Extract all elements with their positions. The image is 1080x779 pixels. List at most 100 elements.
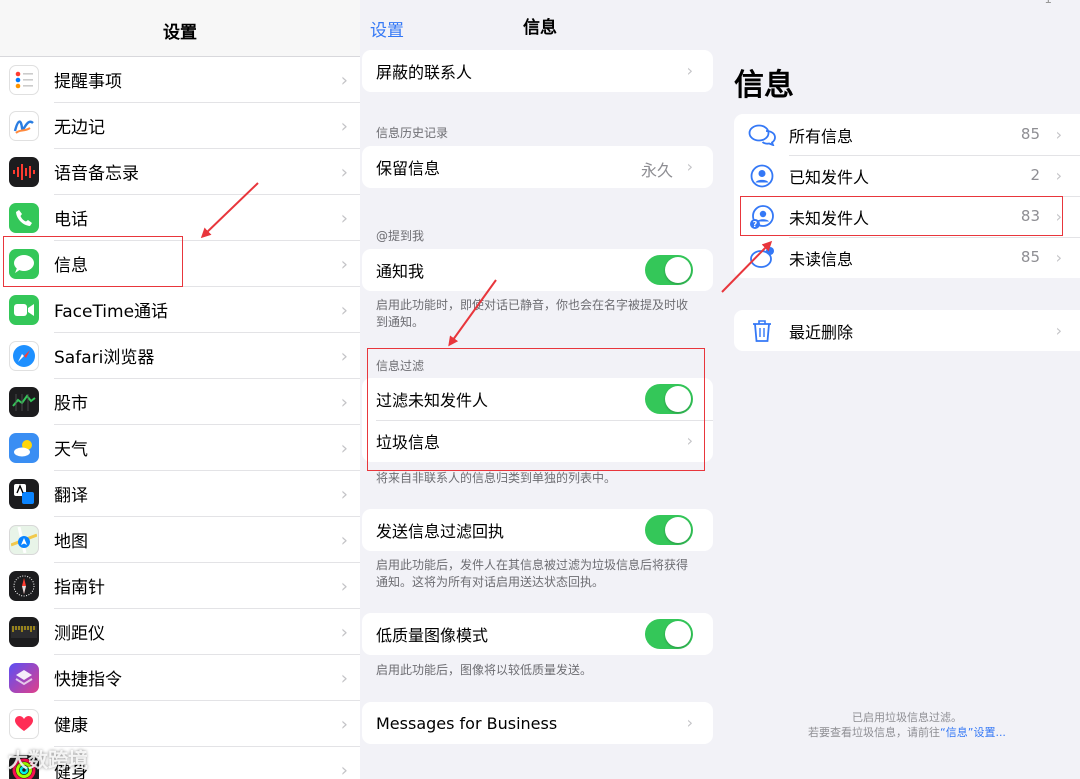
chevron-right-icon: › — [1055, 248, 1062, 267]
junk-filter-footer-line2: 若要查看垃圾信息，请前往 — [808, 726, 941, 739]
keep-messages-value: 永久 — [640, 161, 673, 180]
safari-icon — [9, 341, 39, 371]
notify-me-row: 通知我 — [362, 249, 713, 291]
history-card: 保留信息 永久 › — [362, 146, 713, 188]
unread-bubble-icon — [748, 244, 776, 272]
send-receipts-card: 发送信息过滤回执 — [362, 509, 713, 551]
chevron-right-icon: › — [340, 346, 348, 367]
settings-item-phone[interactable]: 电话 › — [0, 195, 360, 241]
recently-deleted-label: 最近删除 — [789, 322, 854, 342]
freeform-icon — [9, 111, 39, 141]
chevron-right-icon: › — [340, 530, 348, 551]
settings-item-label: 快捷指令 — [54, 655, 360, 701]
settings-item-translate[interactable]: 翻译 › — [0, 471, 360, 517]
messages-for-business-row[interactable]: Messages for Business › — [362, 702, 713, 744]
low-quality-footer: 启用此功能后，图像将以较低质量发送。 — [376, 663, 593, 677]
compass-icon — [9, 571, 39, 601]
back-button[interactable]: 设置 — [370, 16, 404, 41]
settings-item-label: 测距仪 — [54, 609, 360, 655]
filter-label: 所有信息 — [789, 126, 854, 146]
settings-item-health[interactable]: 健康 › — [0, 701, 360, 747]
translate-icon — [9, 479, 39, 509]
measure-icon — [9, 617, 39, 647]
chevron-right-icon: › — [340, 300, 348, 321]
settings-item-reminders[interactable]: 提醒事项 › — [0, 57, 360, 103]
send-receipts-footer: 启用此功能后，发件人在其信息被过滤为垃圾信息后将获得通知。这将为所有对话启用送达… — [376, 558, 689, 589]
settings-item-weather[interactable]: 天气 › — [0, 425, 360, 471]
chevron-right-icon: › — [340, 254, 348, 275]
chevron-right-icon: › — [340, 116, 348, 137]
messages-settings-link[interactable]: “信息”设置... — [940, 726, 1006, 739]
junk-filter-footer: 已启用垃圾信息过滤。 若要查看垃圾信息，请前往“信息”设置... — [734, 710, 1080, 740]
settings-item-measure[interactable]: 测距仪 › — [0, 609, 360, 655]
settings-item-facetime[interactable]: FaceTime通话 › — [0, 287, 360, 333]
keep-messages-label: 保留信息 — [376, 159, 441, 178]
filter-count: 85 — [1020, 125, 1040, 143]
reminders-icon — [9, 65, 39, 95]
filter-label: 已知发件人 — [789, 168, 870, 187]
status-bar-fragment: 1 — [1044, 0, 1052, 6]
settings-item-compass[interactable]: 指南针 › — [0, 563, 360, 609]
watermark: 大数跨境 — [8, 748, 88, 772]
chat-bubbles-icon — [748, 121, 776, 149]
settings-item-label: 地图 — [54, 517, 360, 563]
filter-unread[interactable]: 未读信息 85 › — [734, 237, 1080, 278]
chevron-right-icon: › — [686, 157, 693, 176]
low-quality-row: 低质量图像模式 — [362, 613, 713, 655]
person-circle-icon — [748, 162, 776, 190]
notify-me-toggle[interactable] — [645, 255, 693, 285]
settings-item-label: 股市 — [54, 379, 360, 425]
send-receipts-toggle[interactable] — [645, 515, 693, 545]
settings-item-label: 翻译 — [54, 471, 360, 517]
highlight-box-unknown-senders — [740, 196, 1063, 236]
chevron-right-icon: › — [340, 208, 348, 229]
mentions-card: 通知我 — [362, 249, 713, 291]
chevron-right-icon: › — [1055, 321, 1062, 340]
messages-app-title: 信息 — [734, 68, 794, 103]
maps-icon — [9, 525, 39, 555]
filter-footer: 将来自非联系人的信息归类到单独的列表中。 — [376, 471, 617, 485]
history-section-header: 信息历史记录 — [376, 126, 449, 140]
filter-known-senders[interactable]: 已知发件人 2 › — [734, 155, 1080, 196]
send-receipts-label: 发送信息过滤回执 — [376, 522, 505, 541]
settings-item-safari[interactable]: Safari浏览器 › — [0, 333, 360, 379]
chevron-right-icon: › — [340, 162, 348, 183]
phone-icon — [9, 203, 39, 233]
voice-memos-icon — [9, 157, 39, 187]
keep-messages-row[interactable]: 保留信息 永久 › — [362, 146, 713, 188]
chevron-right-icon: › — [340, 70, 348, 91]
low-quality-label: 低质量图像模式 — [376, 626, 489, 645]
settings-item-label: 天气 — [54, 425, 360, 471]
settings-item-freeform[interactable]: 无边记 › — [0, 103, 360, 149]
settings-item-label: 指南针 — [54, 563, 360, 609]
blocked-contacts-card: 屏蔽的联系人 › — [362, 50, 713, 92]
settings-header: 设置 — [0, 0, 360, 57]
chevron-right-icon: › — [340, 622, 348, 643]
filter-label: 未读信息 — [789, 250, 854, 269]
settings-item-label: Safari浏览器 — [54, 333, 360, 379]
chevron-right-icon: › — [1055, 166, 1062, 185]
trash-icon — [748, 317, 776, 345]
recently-deleted-row[interactable]: 最近删除 › — [734, 310, 1080, 351]
settings-item-maps[interactable]: 地图 › — [0, 517, 360, 563]
settings-item-shortcuts[interactable]: 快捷指令 › — [0, 655, 360, 701]
settings-item-stocks[interactable]: 股市 › — [0, 379, 360, 425]
messages-settings-header: 设置 信息 — [360, 0, 720, 50]
settings-item-voice-memos[interactable]: 语音备忘录 › — [0, 149, 360, 195]
health-icon — [9, 709, 39, 739]
facetime-icon — [9, 295, 39, 325]
chevron-right-icon: › — [340, 714, 348, 735]
shortcuts-icon — [9, 663, 39, 693]
recently-deleted-card: 最近删除 › — [734, 310, 1080, 351]
low-quality-toggle[interactable] — [645, 619, 693, 649]
filter-all-messages[interactable]: 所有信息 85 › — [734, 114, 1080, 155]
blocked-contacts-row[interactable]: 屏蔽的联系人 › — [362, 50, 713, 92]
chevron-right-icon: › — [340, 438, 348, 459]
highlight-box-messages — [3, 236, 183, 287]
settings-item-label: 电话 — [54, 195, 360, 241]
mentions-section-header: @提到我 — [376, 229, 425, 243]
settings-item-label: 语音备忘录 — [54, 149, 360, 195]
low-quality-card: 低质量图像模式 — [362, 613, 713, 655]
chevron-right-icon: › — [1055, 125, 1062, 144]
chevron-right-icon: › — [340, 668, 348, 689]
